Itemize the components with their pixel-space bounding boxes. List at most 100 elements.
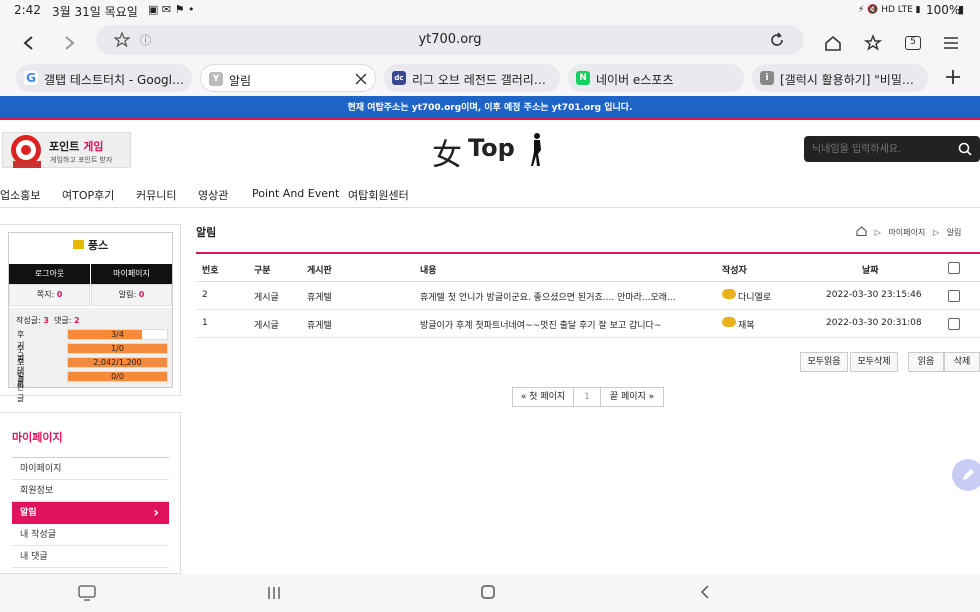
system-navigation-bar (0, 574, 980, 612)
nav-item-point-event[interactable]: Point And Event (252, 187, 339, 200)
pager-first-button[interactable]: « 첫 페이지 (512, 387, 574, 407)
site-header: 포인트 게임 게임하고 포인트 받자 女 Top (0, 122, 980, 180)
breadcrumb-separator-icon: ▷ (874, 228, 881, 237)
alert-count[interactable]: 알림: 0 (91, 284, 172, 306)
tabs-button[interactable]: 5 (898, 28, 928, 58)
home-icon[interactable] (856, 226, 867, 237)
tab-google[interactable]: G 갤탭 테스트터치 - Google 검... (16, 64, 192, 92)
menu-item-label: 회원정보 (20, 486, 54, 496)
close-tab-icon[interactable] (355, 73, 367, 85)
delete-button[interactable]: 삭제 (944, 352, 980, 372)
row-checkbox[interactable] (948, 290, 960, 302)
mypage-menu-item[interactable]: 알림 › (12, 502, 169, 524)
row-date: 2022-03-30 20:31:08 (826, 318, 922, 328)
member-level-icon (72, 240, 84, 249)
pager-last-button[interactable]: 끝 페이지 » (600, 387, 664, 407)
nav-item-member-center[interactable]: 여탑회원센터 (348, 187, 409, 203)
profile-name: 풍스 (87, 239, 109, 252)
breadcrumb-mypage[interactable]: 마이페이지 (888, 228, 925, 237)
note-value: 0 (56, 290, 63, 299)
home-button[interactable] (818, 28, 848, 58)
home-nav-icon[interactable] (480, 584, 496, 600)
forward-button[interactable] (54, 28, 84, 58)
alert-label: 알림: (118, 290, 137, 299)
logout-button[interactable]: 로그아웃 (9, 264, 90, 284)
comments-label: 댓글: (54, 316, 72, 325)
row-date: 2022-03-30 23:15:46 (826, 290, 922, 300)
mark-all-read-button[interactable]: 모두읽음 (800, 352, 848, 372)
row-type: 게시글 (254, 293, 279, 303)
col-date: 날짜 (862, 266, 879, 276)
mypage-menu-item[interactable]: 회원정보 (12, 480, 169, 502)
new-tab-button[interactable] (938, 62, 968, 92)
promo-title-1: 포인트 (49, 140, 80, 153)
menu-button[interactable] (936, 28, 966, 58)
mypage-menu-item[interactable]: 마이페이지 (12, 458, 169, 480)
row-checkbox[interactable] (948, 318, 960, 330)
row-author[interactable]: 재복 (738, 318, 755, 331)
address-bar[interactable]: ⓘ yt700.org (96, 25, 804, 55)
main-nav: 업소홍보 여TOP후기 커뮤니티 영상관 Point And Event 여탑회… (0, 180, 980, 208)
row-author[interactable]: 다니엘로 (738, 290, 771, 303)
tab-dcinside[interactable]: dc 리그 오브 레전드 갤러리입니... (384, 64, 560, 92)
nav-item-community[interactable]: 커뮤니티 (136, 187, 176, 203)
url-text: yt700.org (418, 32, 482, 47)
google-icon: G (24, 71, 38, 85)
taskbar-icon[interactable] (78, 585, 96, 601)
nav-item-reviews[interactable]: 여TOP후기 (62, 187, 114, 203)
mypage-button[interactable]: 마이페이지 (91, 264, 172, 284)
dartboard-icon (11, 135, 41, 168)
table-row[interactable]: 2 게시글 휴게텔 휴게텔 첫 언니가 방글이군요. 좋으셨으면 된거죠.... 안마… (196, 282, 980, 310)
point-game-banner[interactable]: 포인트 게임 게임하고 포인트 받자 (2, 132, 131, 168)
notification-icons: ▣ ✉ ⚑ • (148, 3, 195, 16)
chevron-right-icon (65, 36, 75, 50)
battery-level: 100% (926, 3, 961, 17)
dancer-silhouette-icon (531, 133, 541, 166)
promo-subtitle: 게임하고 포인트 받자 (50, 156, 113, 164)
site-favicon-icon: Y (209, 72, 223, 86)
tab-naver-esports[interactable]: N 네이버 e스포츠 (568, 64, 744, 92)
browser-chrome: ⓘ yt700.org 5 G 갤탭 테스트터치 - Google 검... Y… (0, 22, 980, 96)
mark-read-button[interactable]: 읽음 (908, 352, 944, 372)
stat-bar-value: 3/4 (111, 330, 124, 339)
floating-pen-button[interactable] (952, 459, 980, 491)
nickname-search-input[interactable] (812, 140, 952, 158)
nav-item-promo[interactable]: 업소홍보 (0, 187, 40, 203)
stat-bar-track: 3/4 (67, 329, 168, 340)
stat-bar-value: 0/0 (111, 372, 124, 381)
row-content-link[interactable]: 휴게텔 첫 언니가 방글이군요. 좋으셨으면 된거죠.... 안마라...오래.… (420, 290, 716, 303)
profile-name-row: 풍스 (9, 237, 172, 253)
member-badge-icon (722, 289, 736, 299)
reload-icon[interactable] (768, 31, 786, 49)
breadcrumb-current: 알림 (946, 228, 962, 237)
search-icon[interactable] (958, 142, 972, 156)
note-count[interactable]: 쪽지: 0 (9, 284, 90, 306)
row-board: 휴게텔 (307, 321, 332, 331)
tab-alerts-active[interactable]: Y 알림 (200, 64, 376, 92)
nickname-search[interactable] (804, 136, 980, 162)
select-all-checkbox[interactable] (948, 262, 960, 274)
back-nav-icon[interactable] (697, 584, 713, 600)
bookmarks-button[interactable] (858, 28, 888, 58)
plus-icon (946, 70, 960, 84)
delete-all-button[interactable]: 모두삭제 (850, 352, 898, 372)
post-stats: 작성글: 3 댓글: 2 (16, 315, 80, 326)
row-board: 휴게텔 (307, 293, 332, 303)
mypage-menu-item[interactable]: 내 댓글 (12, 546, 169, 568)
pager-current-page: 1 (573, 387, 601, 407)
back-button[interactable] (14, 28, 44, 58)
nav-item-video[interactable]: 영상관 (198, 187, 228, 203)
site-logo[interactable]: 女 Top (432, 130, 548, 173)
title-underline (196, 252, 980, 254)
naver-icon: N (576, 71, 590, 85)
recent-apps-icon[interactable] (266, 585, 282, 601)
home-icon (825, 35, 841, 51)
row-content-link[interactable]: 방글이가 후계 첫파트너네여~~멋진 출달 후기 잘 보고 갑니다~ (420, 318, 716, 331)
mypage-menu-item[interactable]: 내 작성글 (12, 524, 169, 546)
pen-icon (963, 469, 974, 480)
col-number: 번호 (202, 266, 219, 276)
tab-galaxy[interactable]: i [갤럭시 활용하기] "비밀번호 ... (752, 64, 928, 92)
table-row[interactable]: 1 게시글 휴게텔 방글이가 후계 첫파트너네여~~멋진 출달 후기 잘 보고 갑니다… (196, 310, 980, 338)
logo-text: Top (468, 134, 515, 162)
member-badge-icon (722, 317, 736, 327)
